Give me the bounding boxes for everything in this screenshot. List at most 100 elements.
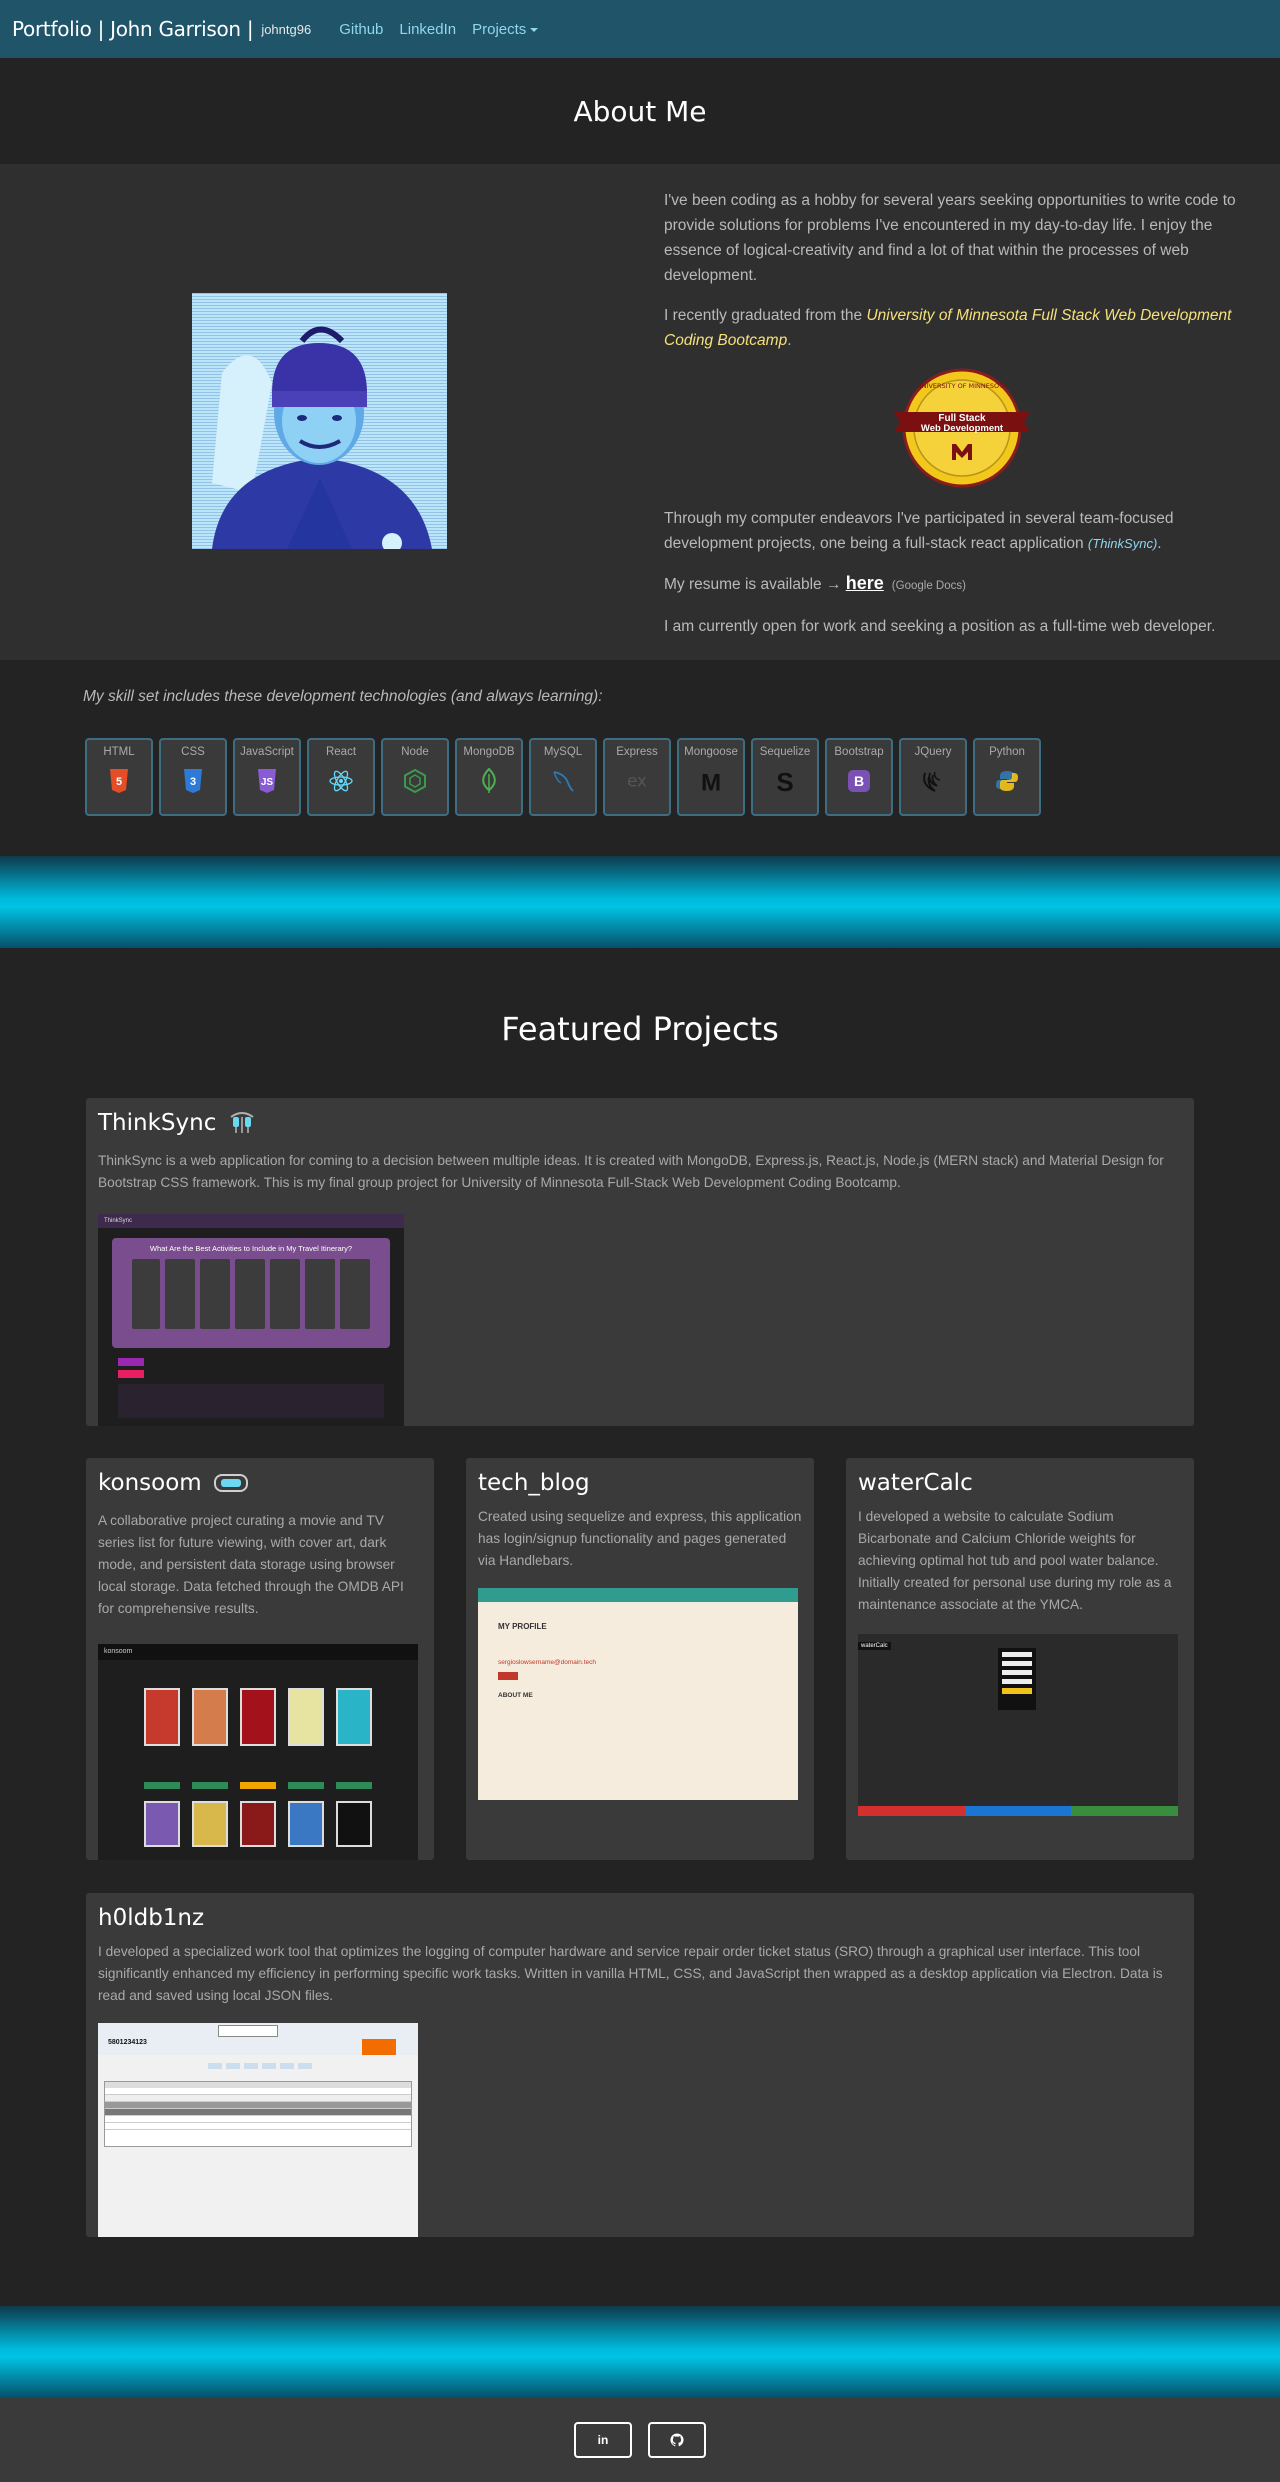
bootcamp-badge-icon: UNIVERSITY OF MINNESOTA Full Stack Web D… bbox=[894, 368, 1030, 488]
skill-label: Express bbox=[616, 746, 658, 758]
badge-line-2: Web Development bbox=[921, 423, 1004, 434]
brand-title[interactable]: Portfolio | John Garrison | bbox=[12, 17, 254, 41]
nav-link-github[interactable]: Github bbox=[339, 21, 383, 38]
skill-label: MySQL bbox=[543, 746, 583, 758]
project-card-holdbinz[interactable]: h0ldb1nz I developed a specialized work … bbox=[86, 1893, 1194, 2237]
footer-linkedin-button[interactable]: in bbox=[574, 2422, 632, 2458]
badge-top-text: UNIVERSITY OF MINNESOTA bbox=[917, 382, 1008, 390]
project-screenshot: ThinkSync What Are the Best Activities t… bbox=[98, 1214, 404, 1426]
project-description: I developed a website to calculate Sodiu… bbox=[858, 1509, 1172, 1612]
skill-label: Node bbox=[401, 746, 429, 758]
resume-link[interactable]: here bbox=[846, 573, 884, 593]
project-card-watercalc[interactable]: waterCalc I developed a website to calcu… bbox=[846, 1458, 1194, 1860]
project-screenshot: waterCalc bbox=[858, 1634, 1178, 1816]
featured-heading: Featured Projects bbox=[501, 1010, 779, 1048]
project-card-tech-blog[interactable]: tech_blog Created using sequelize and ex… bbox=[466, 1458, 814, 1860]
python-icon bbox=[994, 768, 1020, 794]
jquery-icon bbox=[920, 768, 946, 794]
footer-github-button[interactable] bbox=[648, 2422, 706, 2458]
about-heading-section: About Me bbox=[0, 58, 1280, 164]
svg-text:5: 5 bbox=[116, 776, 122, 788]
screenshot-brand: waterCalc bbox=[858, 1642, 891, 1650]
svg-text:S: S bbox=[776, 768, 793, 794]
skill-label: HTML bbox=[103, 746, 135, 758]
skill-label: Mongoose bbox=[684, 746, 738, 758]
about-paragraph-2-prefix: I recently graduated from the bbox=[664, 307, 867, 324]
skill-express: Express ex bbox=[603, 738, 671, 816]
about-paragraph-3-suffix: . bbox=[1157, 535, 1162, 552]
mysql-icon bbox=[550, 768, 576, 794]
project-title: tech_blog bbox=[478, 1470, 590, 1496]
skill-label: Python bbox=[989, 746, 1025, 758]
skill-sequelize: Sequelize S bbox=[751, 738, 819, 816]
screenshot-table bbox=[104, 2081, 412, 2147]
skill-jquery: JQuery bbox=[899, 738, 967, 816]
skill-label: JQuery bbox=[914, 746, 952, 758]
project-description: A collaborative project curating a movie… bbox=[98, 1513, 404, 1616]
screenshot-tabs bbox=[208, 2063, 418, 2069]
chevron-down-icon bbox=[530, 27, 539, 32]
project-screenshot: MY PROFILE sergioslowsername@domain.tech… bbox=[478, 1588, 798, 1800]
resume-prefix: My resume is available → bbox=[664, 576, 846, 593]
svg-text:3: 3 bbox=[190, 776, 196, 788]
thinksync-link[interactable]: (ThinkSync) bbox=[1088, 536, 1157, 551]
project-card-konsoom[interactable]: konsoom A collaborative project curating… bbox=[86, 1458, 434, 1860]
screenshot-columns bbox=[118, 1259, 384, 1329]
about-paragraph-1: I've been coding as a hobby for several … bbox=[664, 192, 1236, 284]
screenshot-heading: MY PROFILE bbox=[498, 1622, 547, 1631]
screenshot-buttons-row bbox=[98, 1782, 418, 1789]
screenshot-brand: konsoom bbox=[98, 1644, 418, 1660]
skill-label: Sequelize bbox=[759, 746, 811, 758]
screenshot-about: ABOUT ME bbox=[498, 1692, 533, 1699]
thinksync-logo-icon bbox=[230, 1112, 254, 1133]
sequelize-icon: S bbox=[772, 768, 798, 794]
svg-text:ex: ex bbox=[627, 771, 647, 791]
svg-text:B: B bbox=[854, 773, 864, 789]
skill-python: Python bbox=[973, 738, 1041, 816]
project-description: ThinkSync is a web application for comin… bbox=[98, 1153, 1164, 1190]
skill-node: Node bbox=[381, 738, 449, 816]
profile-photo bbox=[192, 293, 447, 549]
skill-mongoose: Mongoose M bbox=[677, 738, 745, 816]
linkedin-icon: in bbox=[597, 2433, 609, 2447]
project-title-text: ThinkSync bbox=[98, 1110, 217, 1136]
nav-dropdown-projects[interactable]: Projects bbox=[472, 21, 539, 38]
screenshot-header: 5801234123 bbox=[98, 2023, 418, 2055]
project-title: h0ldb1nz bbox=[98, 1905, 205, 1931]
profile-photo-art bbox=[192, 293, 447, 549]
skills-section: My skill set includes these development … bbox=[0, 660, 1280, 856]
project-screenshot: 5801234123 bbox=[98, 2023, 418, 2237]
screenshot-email: sergioslowsername@domain.tech bbox=[498, 1659, 597, 1666]
skill-html: HTML 5 bbox=[85, 738, 153, 816]
navbar: Portfolio | John Garrison | johntg96 Git… bbox=[0, 0, 1280, 58]
skill-label: CSS bbox=[181, 746, 205, 758]
about-paragraph-3: Through my computer endeavors I've parti… bbox=[664, 506, 1260, 556]
mongodb-icon bbox=[476, 768, 502, 794]
skill-label: Bootstrap bbox=[834, 746, 884, 758]
bootcamp-badge: UNIVERSITY OF MINNESOTA Full Stack Web D… bbox=[664, 368, 1260, 488]
about-section: I've been coding as a hobby for several … bbox=[0, 164, 1280, 660]
about-heading: About Me bbox=[573, 94, 707, 128]
screenshot-form bbox=[998, 1648, 1036, 1710]
project-description: I developed a specialized work tool that… bbox=[98, 1944, 1163, 2003]
project-title: waterCalc bbox=[858, 1470, 973, 1496]
screenshot-footer-bar bbox=[858, 1806, 1178, 1816]
about-paragraph-2-suffix: . bbox=[787, 332, 792, 349]
footer: in bbox=[0, 2398, 1280, 2482]
bootstrap-icon: B bbox=[846, 768, 872, 794]
skills-list: HTML 5 CSS 3 JavaScript JS React Node Mongo… bbox=[85, 738, 1047, 816]
skill-bootstrap: Bootstrap B bbox=[825, 738, 893, 816]
decorative-band bbox=[0, 856, 1280, 948]
mongoose-icon: M bbox=[698, 768, 724, 794]
resume-note: (Google Docs) bbox=[891, 580, 966, 592]
project-title: ThinkSync bbox=[98, 1110, 256, 1136]
nav-link-linkedin[interactable]: LinkedIn bbox=[399, 21, 456, 38]
skill-mysql: MySQL bbox=[529, 738, 597, 816]
css3-icon: 3 bbox=[180, 768, 206, 794]
screenshot-topbar: ThinkSync bbox=[98, 1214, 404, 1228]
skill-label: MongoDB bbox=[463, 746, 515, 758]
screenshot-posters-row-2 bbox=[98, 1801, 418, 1847]
project-card-thinksync[interactable]: ThinkSync ThinkSync is a web application… bbox=[86, 1098, 1194, 1426]
skill-css: CSS 3 bbox=[159, 738, 227, 816]
react-icon bbox=[328, 768, 354, 794]
